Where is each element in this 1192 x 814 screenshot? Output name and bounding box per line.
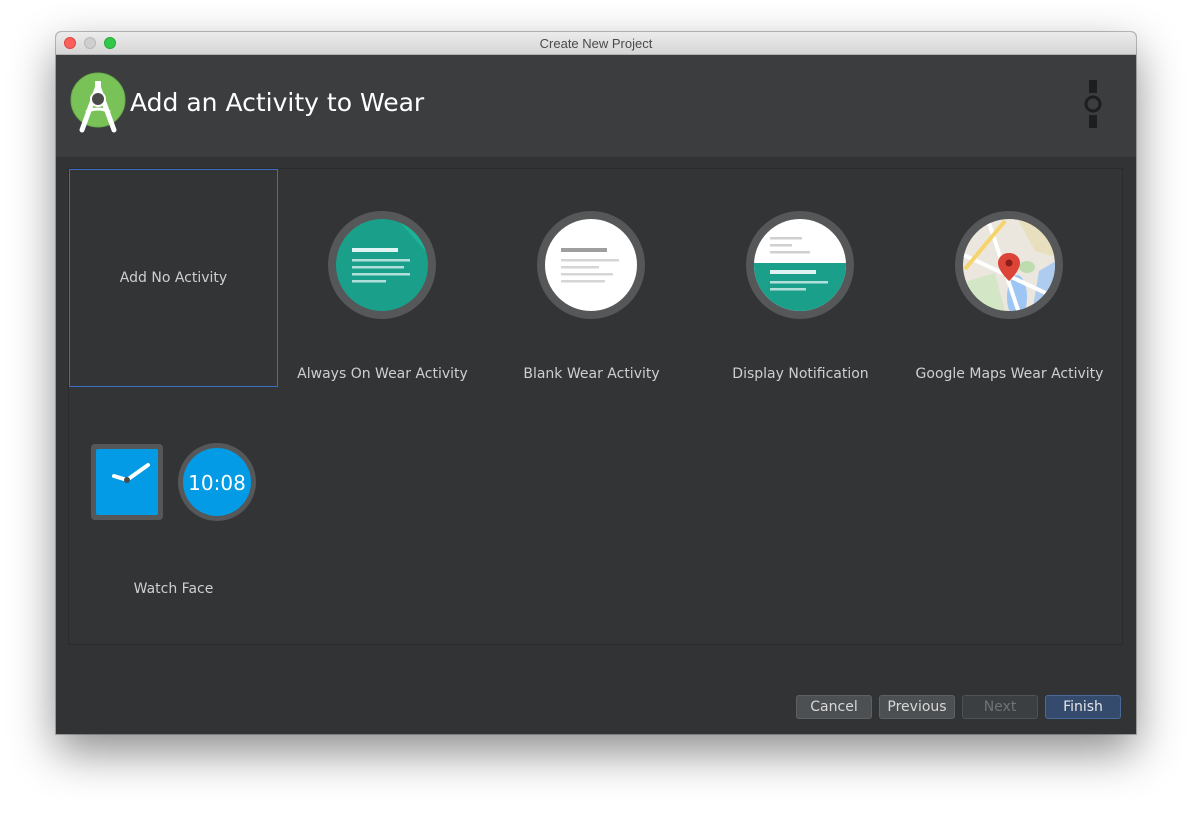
always-on-watch-icon bbox=[328, 211, 436, 319]
activity-label: Google Maps Wear Activity bbox=[915, 366, 1104, 382]
square-watch-face-icon bbox=[91, 444, 163, 520]
notification-watch-icon bbox=[746, 211, 854, 319]
activity-tile-display-notification[interactable]: Display Notification bbox=[696, 169, 905, 387]
blank-watch-icon bbox=[537, 211, 645, 319]
watch-face-time: 10:08 bbox=[188, 471, 246, 495]
activity-tile-watch-face[interactable]: 10:08 Watch Face bbox=[69, 414, 278, 632]
activity-label: Display Notification bbox=[732, 366, 869, 382]
activity-label: Always On Wear Activity bbox=[297, 366, 468, 382]
activity-label: Watch Face bbox=[133, 581, 214, 597]
android-studio-logo-icon bbox=[70, 72, 126, 133]
create-new-project-window: Create New Project Add an Activity to We… bbox=[56, 32, 1136, 734]
window-title: Create New Project bbox=[539, 36, 653, 51]
content-area: Add No Activity Always On Wear Activity … bbox=[56, 157, 1136, 734]
maps-watch-icon bbox=[955, 211, 1063, 319]
activity-label: Add No Activity bbox=[119, 270, 228, 286]
wizard-header: Add an Activity to Wear bbox=[56, 55, 1136, 157]
previous-button[interactable]: Previous bbox=[879, 695, 955, 719]
wear-watch-icon bbox=[1084, 80, 1102, 128]
cancel-button[interactable]: Cancel bbox=[796, 695, 872, 719]
activity-label: Blank Wear Activity bbox=[523, 366, 660, 382]
activity-tile-add-no-activity[interactable]: Add No Activity bbox=[69, 169, 278, 387]
title-bar: Create New Project bbox=[56, 32, 1136, 55]
activity-gallery: Add No Activity Always On Wear Activity … bbox=[68, 168, 1123, 645]
activity-tile-always-on-wear[interactable]: Always On Wear Activity bbox=[278, 169, 487, 387]
finish-button[interactable]: Finish bbox=[1045, 695, 1121, 719]
activity-tile-google-maps-wear[interactable]: Google Maps Wear Activity bbox=[905, 169, 1114, 387]
page-title: Add an Activity to Wear bbox=[130, 88, 425, 117]
activity-tile-blank-wear[interactable]: Blank Wear Activity bbox=[487, 169, 696, 387]
next-button[interactable]: Next bbox=[962, 695, 1038, 719]
